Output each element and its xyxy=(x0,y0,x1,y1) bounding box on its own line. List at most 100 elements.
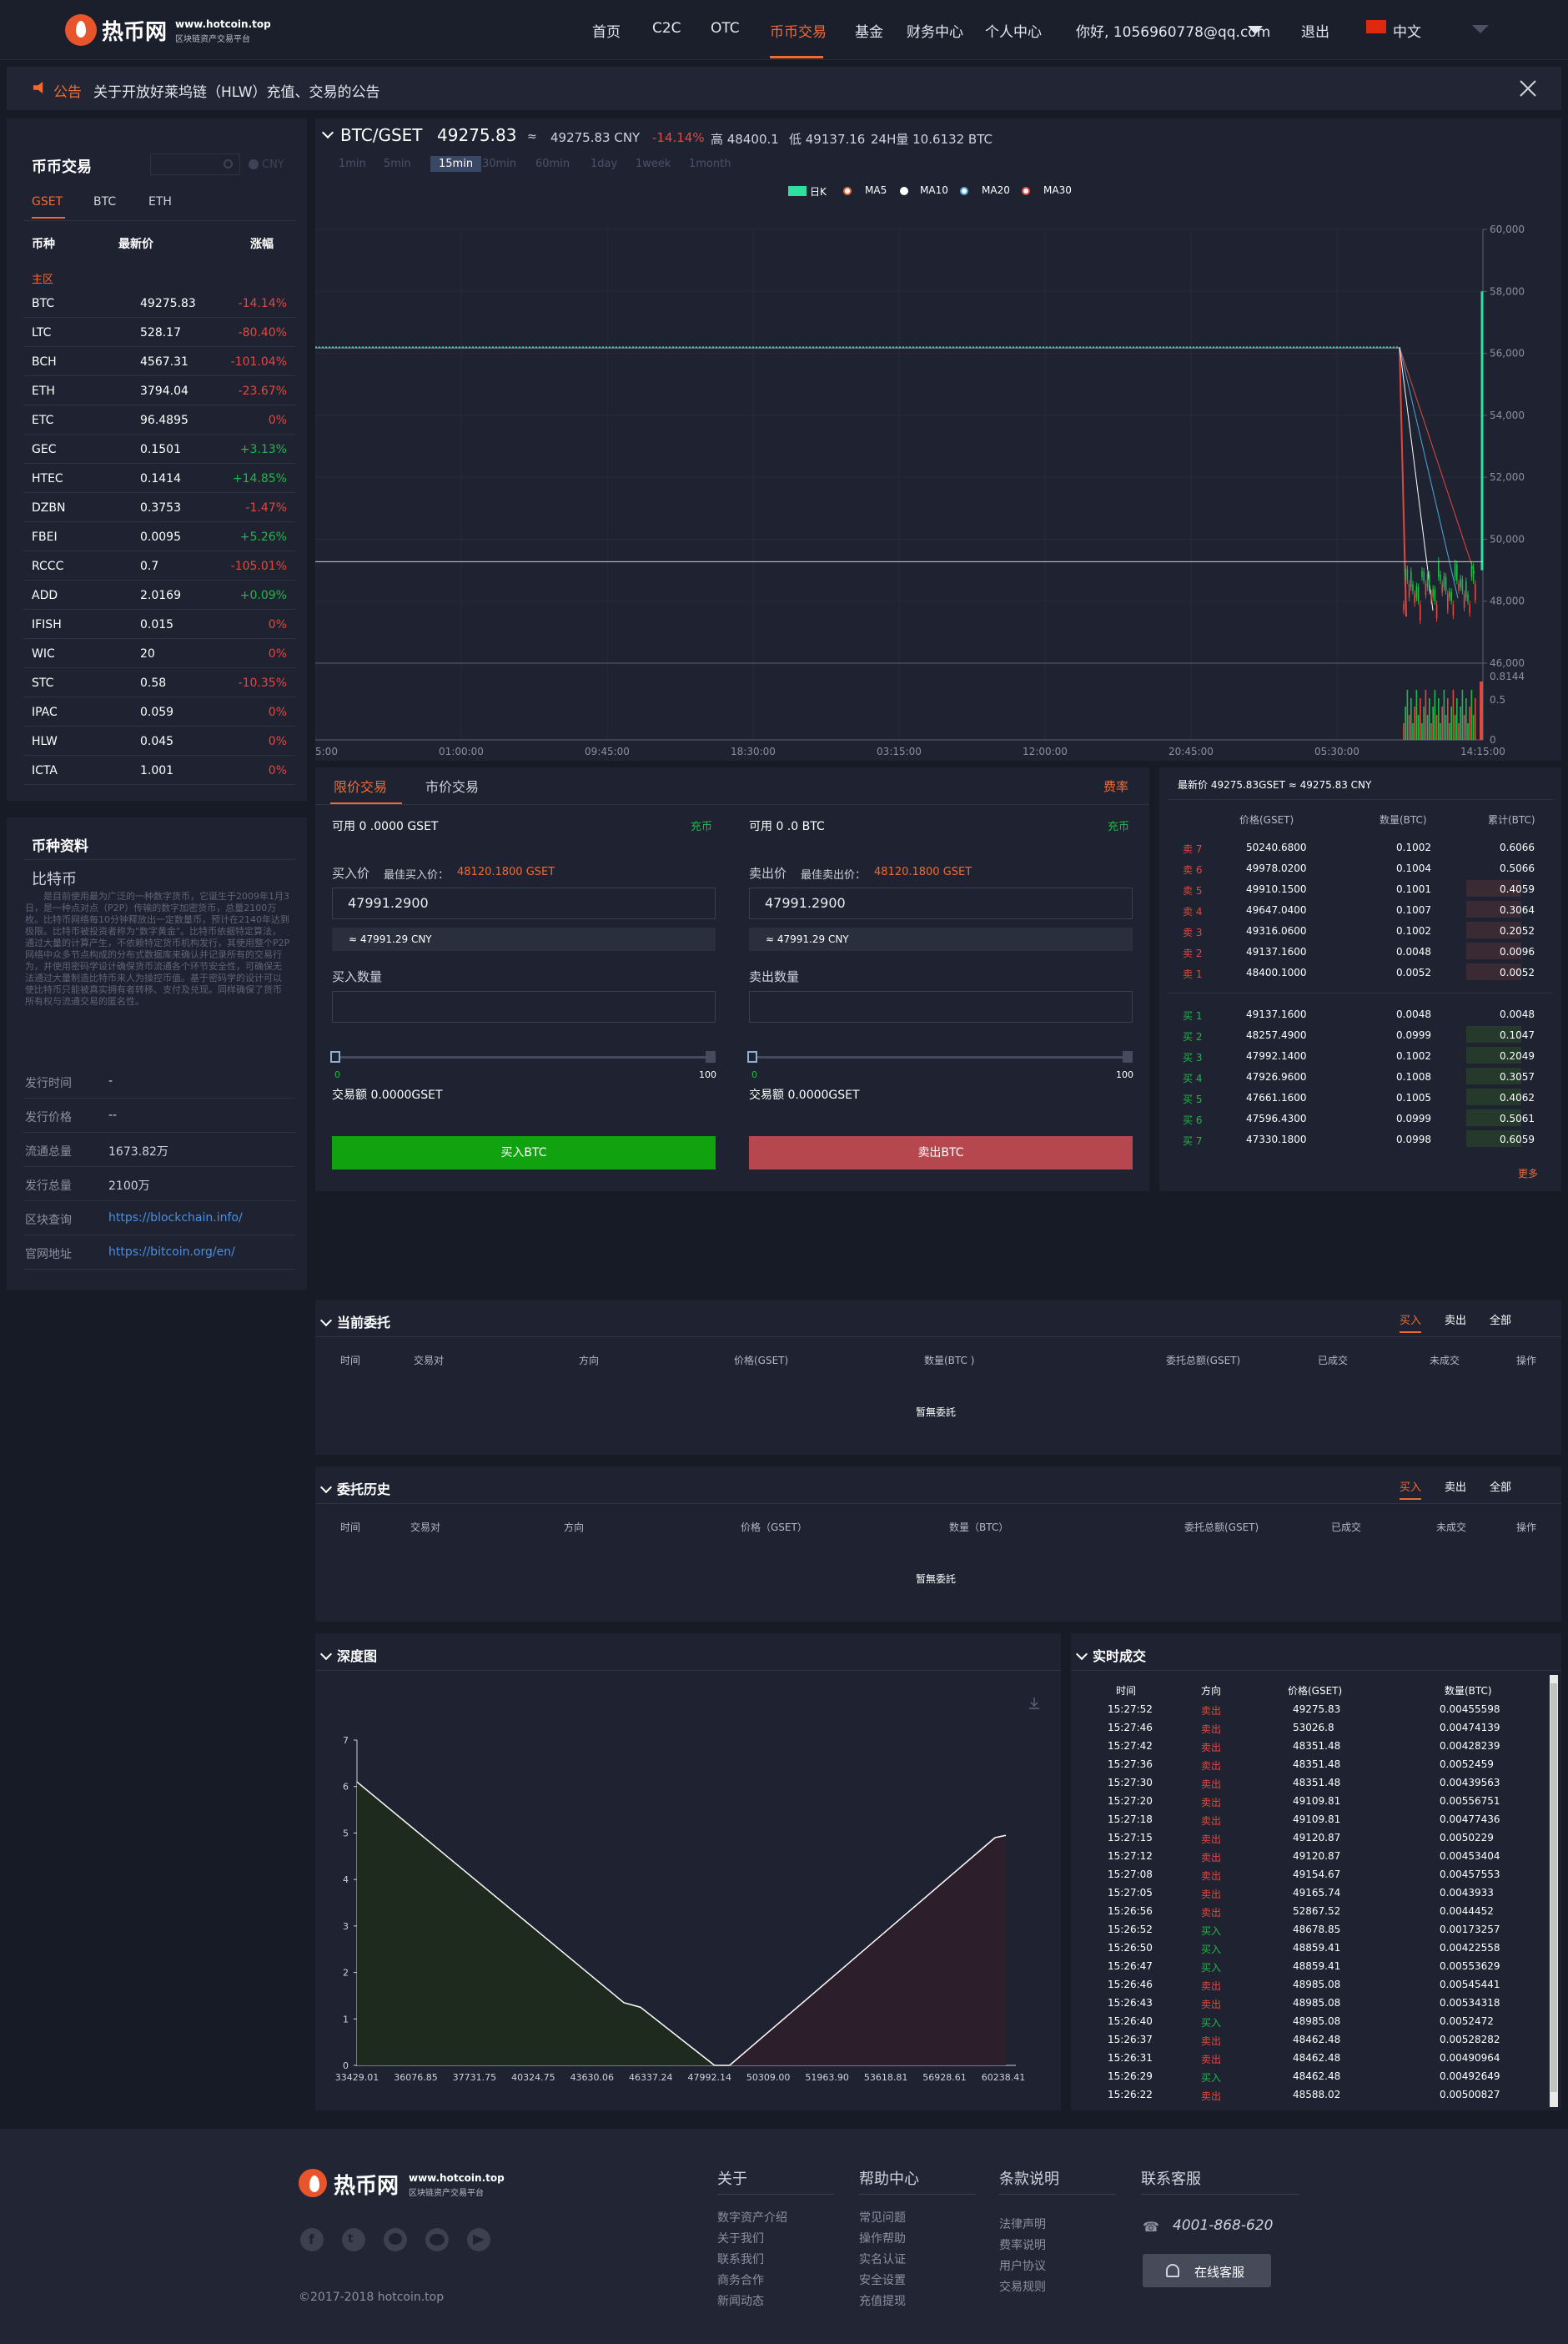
wechat-icon[interactable] xyxy=(425,2228,449,2251)
market-row[interactable]: DZBN 0.3753 -1.47% xyxy=(23,493,295,522)
ask-row[interactable]: 卖 1 48400.1000 0.0052 0.0052 xyxy=(1168,962,1535,983)
footer-link[interactable]: 实名认证 xyxy=(859,2251,906,2267)
buy-button[interactable]: 买入BTC xyxy=(332,1136,716,1169)
depth-title[interactable]: 深度图 xyxy=(319,1645,377,1665)
timeframe-60min[interactable]: 60min xyxy=(535,158,570,170)
bid-row[interactable]: 买 2 48257.4900 0.0999 0.1047 xyxy=(1168,1024,1535,1045)
bid-row[interactable]: 买 7 47330.1800 0.0998 0.6059 xyxy=(1168,1129,1535,1149)
facebook-icon[interactable]: f xyxy=(300,2228,324,2251)
twitter-icon[interactable]: t xyxy=(342,2228,365,2251)
market-row[interactable]: ETH 3794.04 -23.67% xyxy=(23,376,295,405)
nav-home[interactable]: 首页 xyxy=(592,20,621,41)
market-row[interactable]: STC 0.58 -10.35% xyxy=(23,668,295,697)
sell-slider-handle[interactable] xyxy=(747,1051,757,1063)
timeframe-1week[interactable]: 1week xyxy=(636,158,671,170)
tab-limit-order[interactable]: 限价交易 xyxy=(334,776,387,796)
buy-qty-input[interactable] xyxy=(332,991,716,1023)
logout-link[interactable]: 退出 xyxy=(1301,20,1329,41)
language-dropdown-icon[interactable] xyxy=(1472,25,1489,33)
nav-profile[interactable]: 个人中心 xyxy=(985,20,1042,41)
depth-chart[interactable]: 7 6 5 4 3 2 1 033429.01 36076.85 37731.75 40324.75… xyxy=(315,1718,1061,2085)
col-change[interactable]: 涨幅 xyxy=(250,235,274,252)
ask-row[interactable]: 卖 5 49910.1500 0.1001 0.4059 xyxy=(1168,878,1535,899)
current-filter-buy[interactable]: 买入 xyxy=(1400,1311,1421,1327)
history-filter-sell[interactable]: 卖出 xyxy=(1445,1478,1466,1494)
coin-info-link[interactable]: https://bitcoin.org/en/ xyxy=(108,1245,235,1259)
footer-link[interactable]: 新闻动态 xyxy=(717,2292,764,2309)
user-dropdown-icon[interactable] xyxy=(1248,26,1263,34)
footer-link[interactable]: 交易规则 xyxy=(999,2278,1046,2295)
ask-row[interactable]: 卖 2 49137.1600 0.0048 0.0096 xyxy=(1168,941,1535,962)
footer-link[interactable]: 安全设置 xyxy=(859,2271,906,2288)
market-row[interactable]: IPAC 0.059 0% xyxy=(23,697,295,727)
bid-row[interactable]: 买 4 47926.9600 0.1008 0.3057 xyxy=(1168,1066,1535,1087)
weibo-icon[interactable] xyxy=(384,2228,407,2251)
bid-row[interactable]: 买 6 47596.4300 0.0999 0.5061 xyxy=(1168,1108,1535,1129)
market-row[interactable]: BCH 4567.31 -101.04% xyxy=(23,347,295,376)
market-tab-gset[interactable]: GSET xyxy=(32,195,63,209)
bid-row[interactable]: 买 5 47661.1600 0.1005 0.4062 xyxy=(1168,1087,1535,1108)
ask-row[interactable]: 卖 4 49647.0400 0.1007 0.3064 xyxy=(1168,899,1535,920)
market-row[interactable]: BTC 49275.83 -14.14% xyxy=(23,289,295,318)
tab-market-order[interactable]: 市价交易 xyxy=(425,776,479,796)
ask-row[interactable]: 卖 6 49978.0200 0.1004 0.5066 xyxy=(1168,858,1535,878)
market-tab-eth[interactable]: ETH xyxy=(148,195,172,209)
buy-slider-track[interactable] xyxy=(335,1056,711,1059)
market-row[interactable]: FBEI 0.0095 +5.26% xyxy=(23,522,295,551)
orderbook-more[interactable]: 更多 xyxy=(1518,1166,1538,1180)
legend-ma10[interactable]: MA10 xyxy=(920,184,948,196)
coin-info-link[interactable]: https://blockchain.info/ xyxy=(108,1211,243,1225)
timeframe-30min[interactable]: 30min xyxy=(482,158,516,170)
nav-finance[interactable]: 财务中心 xyxy=(907,20,963,41)
nav-otc[interactable]: OTC xyxy=(711,20,740,37)
cny-toggle-label[interactable]: CNY xyxy=(262,158,284,171)
legend-ma20[interactable]: MA20 xyxy=(982,184,1010,196)
footer-link[interactable]: 费率说明 xyxy=(999,2236,1046,2253)
legend-kline[interactable]: 日K xyxy=(810,184,827,199)
pair-name[interactable]: BTC/GSET xyxy=(340,125,423,145)
cny-toggle-icon[interactable] xyxy=(249,159,259,169)
timeframe-1min[interactable]: 1min xyxy=(339,158,366,170)
col-coin[interactable]: 币种 xyxy=(32,235,55,252)
logo-flame-icon[interactable] xyxy=(65,14,97,46)
timeframe-1month[interactable]: 1month xyxy=(689,158,731,170)
market-tab-btc[interactable]: BTC xyxy=(93,195,116,209)
fee-link[interactable]: 费率 xyxy=(1103,777,1128,795)
trades-scrollbar-thumb[interactable] xyxy=(1550,1683,1557,2092)
footer-link[interactable]: 关于我们 xyxy=(717,2230,764,2246)
legend-ma30[interactable]: MA30 xyxy=(1043,184,1072,196)
footer-link[interactable]: 充值提现 xyxy=(859,2292,906,2309)
market-row[interactable]: LTC 528.17 -80.40% xyxy=(23,318,295,347)
sell-qty-input[interactable] xyxy=(749,991,1133,1023)
language-select[interactable]: 中文 xyxy=(1393,20,1421,41)
search-icon[interactable] xyxy=(224,159,233,169)
order-history-title[interactable]: 委托历史 xyxy=(319,1478,390,1498)
current-orders-title[interactable]: 当前委托 xyxy=(319,1311,390,1331)
current-filter-all[interactable]: 全部 xyxy=(1490,1311,1511,1327)
market-row[interactable]: HLW 0.045 0% xyxy=(23,727,295,756)
market-row[interactable]: WIC 20 0% xyxy=(23,639,295,668)
nav-c2c[interactable]: C2C xyxy=(652,20,681,37)
footer-link[interactable]: 数字资产介绍 xyxy=(717,2209,787,2226)
sell-price-input[interactable]: 47991.2900 xyxy=(749,888,1133,919)
footer-link[interactable]: 商务合作 xyxy=(717,2271,764,2288)
footer-link[interactable]: 常见问题 xyxy=(859,2209,906,2226)
ask-row[interactable]: 卖 7 50240.6800 0.1002 0.6066 xyxy=(1168,837,1535,858)
announcement-text[interactable]: 关于开放好莱坞链（HLW）充值、交易的公告 xyxy=(93,80,380,101)
market-row[interactable]: ETC 96.4895 0% xyxy=(23,405,295,435)
candlestick-chart[interactable]: 60,000 58,000 56,000 54,000 52,000 50,000 48,0… xyxy=(315,213,1561,763)
footer-link[interactable]: 用户协议 xyxy=(999,2257,1046,2274)
footer-link[interactable]: 操作帮助 xyxy=(859,2230,906,2246)
market-row[interactable]: GEC 0.1501 +3.13% xyxy=(23,435,295,464)
col-latest-price[interactable]: 最新价 xyxy=(118,235,153,252)
market-row[interactable]: ADD 2.0169 +0.09% xyxy=(23,581,295,610)
market-row[interactable]: ICTA 1.001 0% xyxy=(23,756,295,785)
telegram-icon[interactable] xyxy=(467,2228,490,2251)
footer-link[interactable]: 联系我们 xyxy=(717,2251,764,2267)
history-filter-all[interactable]: 全部 xyxy=(1490,1478,1511,1494)
buy-price-input[interactable]: 47991.2900 xyxy=(332,888,716,919)
buy-slider-handle[interactable] xyxy=(330,1051,340,1063)
history-filter-buy[interactable]: 买入 xyxy=(1400,1478,1421,1494)
online-service-button[interactable]: 在线客服 xyxy=(1143,2254,1271,2287)
buy-deposit-link[interactable]: 充币 xyxy=(691,817,712,833)
